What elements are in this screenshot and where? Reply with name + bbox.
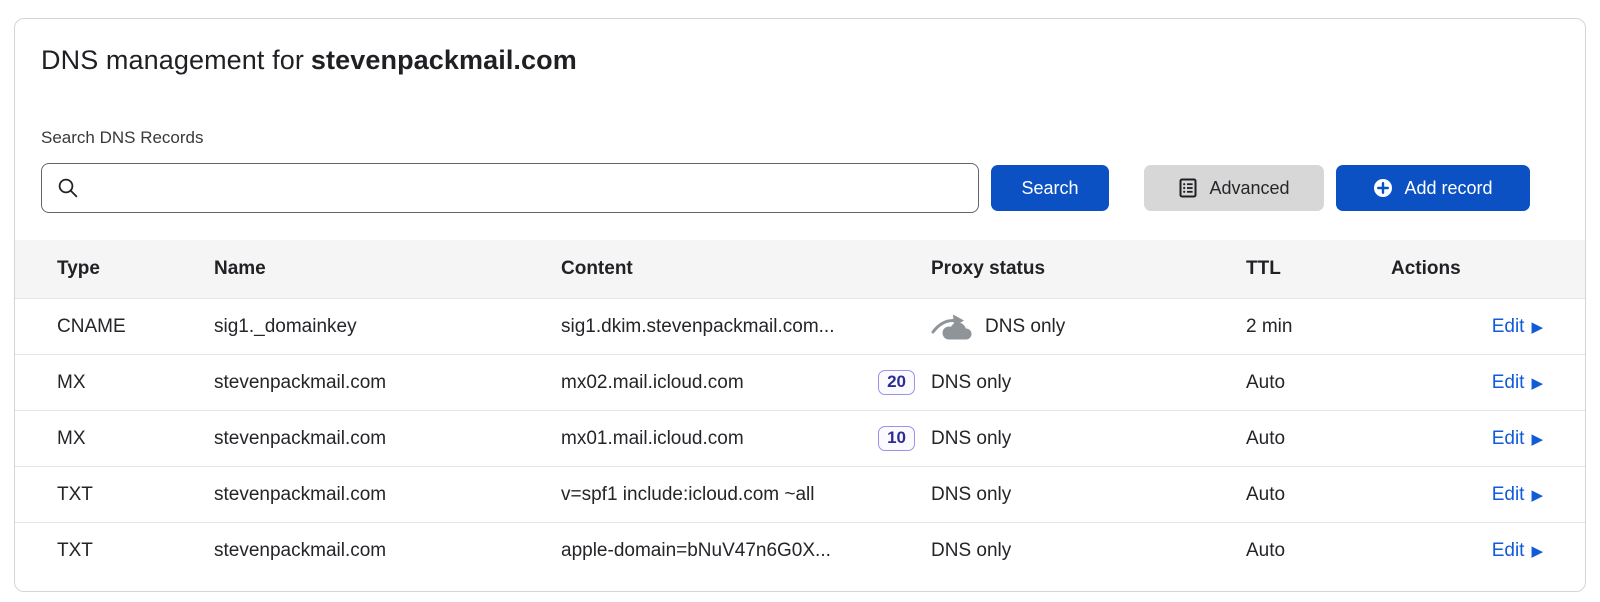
advanced-button-label: Advanced xyxy=(1209,178,1289,199)
cell-name: stevenpackmail.com xyxy=(214,540,561,562)
plus-circle-icon xyxy=(1373,178,1393,198)
search-label: Search DNS Records xyxy=(41,128,1559,148)
cell-name: stevenpackmail.com xyxy=(214,372,561,394)
proxy-status-text: DNS only xyxy=(931,372,1011,394)
proxy-status-text: DNS only xyxy=(985,316,1065,338)
cell-content: mx01.mail.icloud.com xyxy=(561,428,744,450)
cell-content: apple-domain=bNuV47n6G0X... xyxy=(561,540,831,562)
cell-ttl: Auto xyxy=(1246,540,1391,562)
cell-type: TXT xyxy=(15,484,214,506)
proxy-status-text: DNS only xyxy=(931,540,1011,562)
dns-only-cloud-icon xyxy=(931,312,973,341)
cell-name: stevenpackmail.com xyxy=(214,428,561,450)
advanced-button[interactable]: Advanced xyxy=(1144,165,1324,211)
proxy-status-text: DNS only xyxy=(931,428,1011,450)
proxy-status-text: DNS only xyxy=(931,484,1011,506)
cell-content: mx02.mail.icloud.com xyxy=(561,372,744,394)
list-document-icon xyxy=(1178,178,1198,198)
column-header-name: Name xyxy=(214,258,561,280)
edit-link-label: Edit xyxy=(1492,372,1525,394)
dns-toolbar: Search Advanced xyxy=(41,163,1559,213)
edit-link[interactable]: Edit ▶ xyxy=(1492,540,1543,562)
cell-ttl: Auto xyxy=(1246,372,1391,394)
cell-ttl: Auto xyxy=(1246,484,1391,506)
add-record-button-label: Add record xyxy=(1404,178,1492,199)
search-button[interactable]: Search xyxy=(991,165,1109,211)
edit-link[interactable]: Edit ▶ xyxy=(1492,428,1543,450)
table-row: TXT stevenpackmail.com v=spf1 include:ic… xyxy=(15,466,1585,522)
edit-link[interactable]: Edit ▶ xyxy=(1492,372,1543,394)
priority-badge: 20 xyxy=(878,370,915,396)
edit-arrow-icon: ▶ xyxy=(1531,432,1543,447)
edit-link-label: Edit xyxy=(1492,540,1525,562)
cell-ttl: Auto xyxy=(1246,428,1391,450)
dns-management-card: DNS management forstevenpackmail.com Sea… xyxy=(14,18,1586,592)
page-title-domain: stevenpackmail.com xyxy=(311,45,577,75)
search-button-label: Search xyxy=(1021,178,1078,199)
cell-content: v=spf1 include:icloud.com ~all xyxy=(561,484,814,506)
table-row: MX stevenpackmail.com mx01.mail.icloud.c… xyxy=(15,410,1585,466)
edit-arrow-icon: ▶ xyxy=(1531,544,1543,559)
search-input[interactable] xyxy=(41,163,979,213)
add-record-button[interactable]: Add record xyxy=(1336,165,1530,211)
page-title-prefix: DNS management for xyxy=(41,45,304,75)
edit-arrow-icon: ▶ xyxy=(1531,320,1543,335)
dns-records-table: Type Name Content Proxy status TTL Actio… xyxy=(15,240,1585,578)
column-header-content: Content xyxy=(561,258,931,280)
cell-type: MX xyxy=(15,428,214,450)
search-input-wrap xyxy=(41,163,979,213)
edit-link-label: Edit xyxy=(1492,484,1525,506)
edit-link-label: Edit xyxy=(1492,316,1525,338)
column-header-proxy-status: Proxy status xyxy=(931,258,1246,280)
column-header-type: Type xyxy=(15,258,214,280)
edit-arrow-icon: ▶ xyxy=(1531,488,1543,503)
cell-ttl: 2 min xyxy=(1246,316,1391,338)
table-row: MX stevenpackmail.com mx02.mail.icloud.c… xyxy=(15,354,1585,410)
page-title: DNS management forstevenpackmail.com xyxy=(41,45,1559,76)
column-header-ttl: TTL xyxy=(1246,258,1391,280)
column-header-actions: Actions xyxy=(1391,258,1585,280)
edit-link[interactable]: Edit ▶ xyxy=(1492,316,1543,338)
cell-name: stevenpackmail.com xyxy=(214,484,561,506)
priority-badge: 10 xyxy=(878,426,915,452)
table-row: TXT stevenpackmail.com apple-domain=bNuV… xyxy=(15,522,1585,578)
cell-type: TXT xyxy=(15,540,214,562)
cell-name: sig1._domainkey xyxy=(214,316,561,338)
table-header-row: Type Name Content Proxy status TTL Actio… xyxy=(15,240,1585,298)
table-row: CNAME sig1._domainkey sig1.dkim.stevenpa… xyxy=(15,298,1585,354)
cell-type: CNAME xyxy=(15,316,214,338)
edit-arrow-icon: ▶ xyxy=(1531,376,1543,391)
edit-link-label: Edit xyxy=(1492,428,1525,450)
cell-content: sig1.dkim.stevenpackmail.com... xyxy=(561,316,835,338)
cell-type: MX xyxy=(15,372,214,394)
edit-link[interactable]: Edit ▶ xyxy=(1492,484,1543,506)
